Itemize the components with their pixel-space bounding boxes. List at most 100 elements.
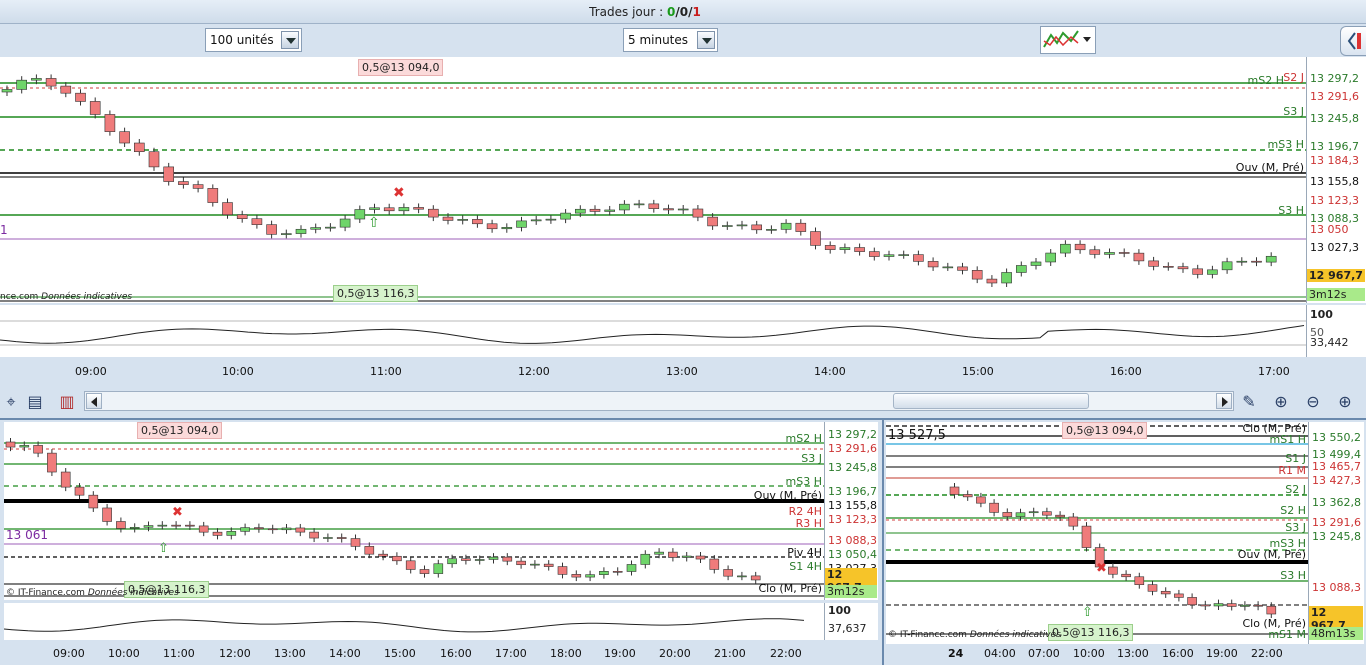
candle-body [447,558,457,565]
candle-body [267,528,278,531]
candle-body [472,219,483,225]
candle-body [707,216,718,227]
candle-body [143,525,154,528]
bottom-right-candlestick-chart[interactable]: ✖⇧ [886,422,1308,644]
oscillator-line [4,618,805,633]
credit-note: Données indicatives [87,588,179,598]
candle-body [280,233,292,235]
candle-timer-badge: 3m12s [825,585,877,598]
sell-order-tag[interactable]: 0,5@13 094,0 [358,59,444,76]
candle-body [45,78,57,87]
price-label: 13 123,3 [1310,194,1359,207]
chart-horizontal-scrollbar[interactable] [84,391,1234,411]
line-label: mS3 H [785,475,822,488]
scroll-right-button[interactable] [1216,393,1232,409]
trades-day-counter: Trades jour : 0/0/1 [0,5,1290,19]
candle-body [1174,593,1184,598]
time-label: 16:00 [1162,647,1194,660]
candle-body [1221,261,1233,271]
sell-order-tag[interactable]: 0,5@13 094,0 [1062,422,1148,439]
sell-order-tag[interactable]: 0,5@13 094,0 [137,422,223,439]
candle-body [502,556,513,562]
candle-body [474,559,485,561]
candle-body [1226,603,1237,607]
candle-body [74,486,85,496]
side-panel-button[interactable] [1340,26,1366,56]
candle-body [102,507,112,522]
sell-marker-icon: ✖ [393,185,405,201]
candle-body [185,524,195,527]
line-label: S2 J [1285,483,1306,496]
candle-body [633,203,645,206]
chevron-down-icon[interactable] [281,31,299,49]
interval-select[interactable]: 5 minutes [623,28,718,52]
candle-body [1134,576,1145,585]
zoom-area-icon[interactable]: ⊕ [1270,391,1292,413]
candle-body [571,574,582,578]
bottom-left-chart-pane[interactable]: ✖ ⇧ 0,5@13 094,0 0,5@13 116,3 13 061 © IT… [4,422,824,600]
candle-body [619,203,630,211]
main-chart-pane[interactable]: ✖ ⇧ 0,5@13 094,0 0,5@13 116,3 1 nce.com D… [0,57,1306,303]
candle-body [1236,260,1248,263]
time-label: 10:00 [108,647,140,660]
bottom-left-candlestick-chart[interactable]: ✖⇧ [4,422,824,600]
candle-body [1265,255,1277,263]
zoom-in-icon[interactable]: ⊕ [1334,391,1356,413]
candle-body [1030,261,1042,266]
chart-style-button[interactable] [1040,26,1096,54]
candles-icon[interactable]: ▥ [56,391,78,413]
price-label: 13 196,7 [1310,140,1359,153]
candle-body [721,225,733,227]
main-candlestick-chart[interactable]: ✖⇧ [0,57,1306,303]
units-select[interactable]: 100 unités [205,28,302,52]
candle-body [116,521,126,529]
buy-order-tag[interactable]: 0,5@13 116,3 [333,285,419,302]
candle-body [957,266,968,271]
credit-label: nce.com [0,292,39,302]
main-price-axis: 13 297,2 13 291,6 13 245,8 13 196,7 13 1… [1306,57,1366,303]
scroll-left-button[interactable] [86,393,102,409]
candle-body [427,208,439,218]
candle-body [104,114,116,132]
candle-body [839,247,851,250]
cursor-tool-icon[interactable]: ⌖ [0,391,22,413]
time-label: 11:00 [163,647,195,660]
line-label: Piv 4H [787,546,822,559]
candle-body [31,78,42,81]
document-icon[interactable]: ▤ [24,391,46,413]
trades-neutral-count: 0 [679,5,689,19]
candle-body [766,229,777,231]
bottom-right-chart-pane[interactable]: ✖ ⇧ 0,5@13 094,0 0,5@13 116,3 13 527,5 © … [886,422,1308,644]
drawing-tool-icon[interactable]: ✎ [1238,391,1260,413]
scrollbar-thumb[interactable] [893,393,1089,409]
candle-body [1187,597,1197,606]
chevron-down-icon[interactable] [1083,37,1091,42]
candle-body [737,575,747,578]
oscillator-axis: 100 50 33,442 [1306,305,1366,357]
zoom-out-icon[interactable]: ⊖ [1302,391,1324,413]
candle-body [325,226,336,229]
candle-body [986,278,998,284]
candle-body [949,486,960,495]
price-label: 13 088,3 [1312,581,1361,594]
candle-body [589,208,601,212]
candle-body [854,247,865,252]
candle-body [198,525,209,533]
candle-body [1192,268,1203,275]
candle-body [1045,252,1056,263]
candle-body [1015,512,1026,517]
candle-body [677,208,689,211]
line-label-ouv: Ouv (M, Pré) [1235,161,1304,174]
candle-body [1001,272,1012,284]
chevron-down-icon[interactable] [697,31,715,49]
candle-body [1068,516,1079,527]
oscillator-line-chart [4,618,805,633]
left-price-value: 13 527,5 [888,428,946,443]
candle-body [129,526,140,529]
line-label: mS2 H [785,432,822,445]
candle-body [543,563,554,567]
osc-value-label: 37,637 [828,622,867,635]
price-label: 13 184,3 [1310,154,1359,167]
candle-body [1060,243,1071,254]
candle-body [486,223,498,230]
